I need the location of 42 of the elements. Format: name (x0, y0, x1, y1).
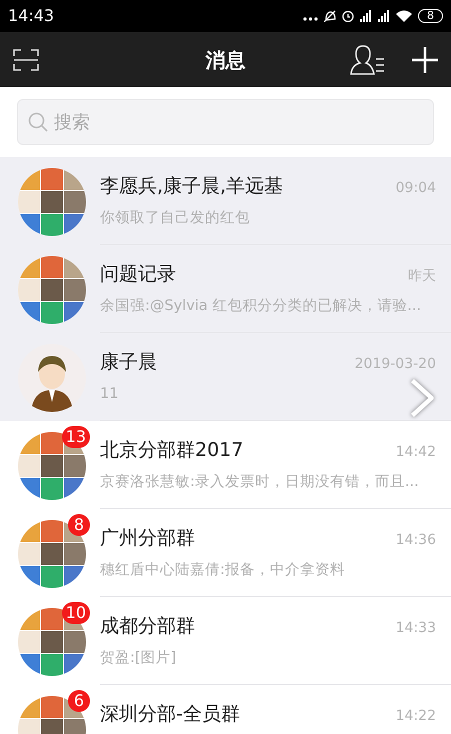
chat-row[interactable]: 李愿兵,康子晨,羊远基 09:04 你领取了自己发的红包 (0, 157, 451, 245)
chat-name: 深圳分部-全员群 (100, 703, 240, 725)
message-preview: 京赛洛张慧敏:录入发票时，日期没有错，而且... (100, 473, 420, 491)
chat-row[interactable]: 康子晨 2019-03-20 11 (0, 333, 451, 421)
alarm-clock-icon (342, 10, 354, 22)
chat-time: 14:36 (396, 531, 436, 550)
message-preview: 穗红盾中心陆嘉倩:报备，中介拿资料 (100, 561, 346, 579)
chat-name: 康子晨 (100, 351, 157, 373)
signal-icon (378, 10, 390, 22)
chat-time: 2019-03-20 (354, 355, 436, 374)
unread-badge: 10 (62, 602, 90, 624)
message-preview: 余国强:@Sylvia 红包积分分类的已解决，请验... (100, 297, 422, 315)
message-preview: 11 (100, 385, 120, 403)
chat-row[interactable]: 问题记录 昨天 余国强:@Sylvia 红包积分分类的已解决，请验... (0, 245, 451, 333)
chat-name: 问题记录 (100, 263, 176, 285)
unread-badge: 13 (62, 426, 90, 448)
unread-badge: 8 (68, 514, 90, 536)
chat-name: 北京分部群2017 (100, 439, 244, 461)
contacts-icon[interactable] (350, 44, 386, 74)
scan-icon[interactable] (13, 48, 39, 70)
chat-time: 14:22 (396, 707, 436, 726)
chat-name: 成都分部群 (100, 615, 195, 637)
chat-time: 14:33 (396, 619, 436, 638)
search-field[interactable]: 搜索 (17, 99, 434, 145)
chat-name: 李愿兵,康子晨,羊远基 (100, 175, 284, 197)
search-icon (28, 112, 48, 132)
signal-icon (360, 10, 372, 22)
more-dots-icon (303, 17, 318, 21)
person-avatar (18, 344, 86, 412)
unread-badge: 6 (68, 690, 90, 712)
add-icon[interactable] (412, 46, 438, 72)
chat-time: 09:04 (396, 179, 436, 198)
wifi-icon (396, 10, 412, 22)
message-preview: 贺盈:[图片] (100, 649, 178, 667)
chat-name: 广州分部群 (100, 527, 195, 549)
chat-time: 14:42 (396, 443, 436, 462)
muted-bell-icon (324, 10, 336, 22)
status-time: 14:43 (8, 5, 54, 27)
message-preview: 你领取了自己发的红包 (100, 209, 251, 227)
chat-time: 昨天 (408, 267, 436, 286)
battery-indicator: 8 (418, 9, 443, 23)
page-title: 消息 (206, 46, 246, 74)
